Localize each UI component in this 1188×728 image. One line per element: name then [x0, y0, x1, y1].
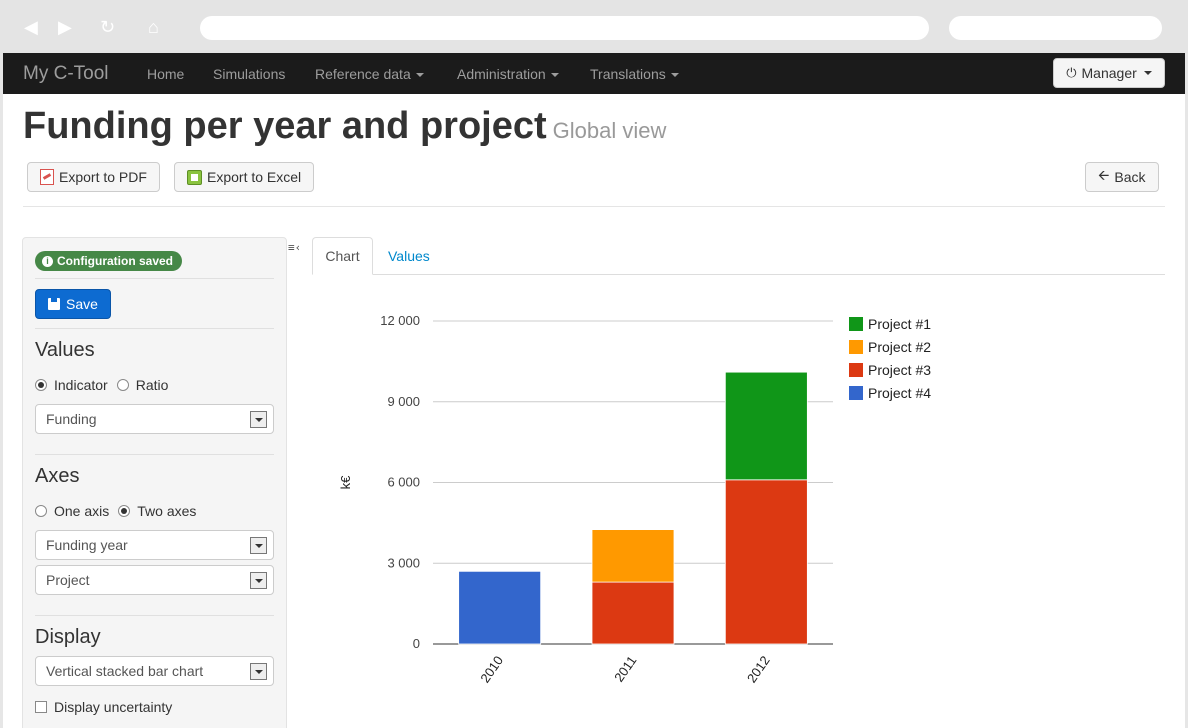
caret-down-icon: [550, 73, 559, 78]
values-section-title: Values: [35, 339, 95, 361]
navbar: My C-Tool Home Simulations Reference dat…: [3, 53, 1185, 94]
nav-item-reference-data[interactable]: Reference data: [315, 66, 424, 82]
stacked-bar-chart: 0 3 000 6 000 9 000 12 000 k€ 2010 2011 2012 Proj…: [338, 313, 931, 685]
nav-item-simulations[interactable]: Simulations: [213, 66, 285, 82]
bar-segment: [591, 581, 675, 645]
reload-icon[interactable]: ↻: [100, 17, 115, 37]
axes-section-title: Axes: [35, 465, 80, 487]
x-tick-label: 2012: [744, 653, 773, 685]
tab-chart[interactable]: Chart: [312, 237, 373, 275]
export-pdf-button[interactable]: Export to PDF: [27, 162, 160, 192]
url-bar[interactable]: [200, 16, 929, 40]
axes-radio-group: One axis Two axes: [35, 503, 196, 519]
power-icon: ⏻: [1066, 65, 1077, 80]
legend-swatch: [849, 340, 863, 354]
divider: [35, 278, 274, 279]
dropdown-arrow-icon: [250, 572, 267, 589]
browser-toolbar: ◀ ▶ ↻ ⌂: [0, 0, 1188, 53]
y-tick-label: 0: [413, 636, 420, 651]
display-uncertainty-row: Display uncertainty: [35, 699, 172, 715]
divider: [35, 454, 274, 455]
save-button[interactable]: Save: [35, 289, 111, 319]
bar-segment: [724, 371, 808, 481]
tabs-divider: [312, 274, 1165, 275]
divider: [35, 328, 274, 329]
bar-segment: [458, 570, 542, 645]
display-uncertainty-checkbox[interactable]: [35, 701, 47, 713]
page-subtitle: Global view: [552, 118, 667, 143]
legend-swatch: [849, 363, 863, 377]
y-tick-label: 9 000: [387, 394, 420, 409]
x-tick-label: 2010: [477, 653, 506, 685]
dropdown-arrow-icon: [250, 411, 267, 428]
export-excel-button[interactable]: Export to Excel: [174, 162, 315, 192]
caret-down-icon: [670, 73, 679, 78]
radio-ratio[interactable]: [116, 379, 129, 391]
config-sidebar: i Configuration saved Save Values Indica…: [22, 237, 287, 728]
radio-indicator[interactable]: [35, 379, 47, 391]
tab-values[interactable]: Values: [388, 248, 430, 264]
nav-item-administration[interactable]: Administration: [457, 66, 559, 82]
y-tick-label: 6 000: [387, 475, 420, 490]
display-type-select[interactable]: Vertical stacked bar chart: [35, 656, 274, 686]
radio-one-axis[interactable]: [35, 505, 47, 517]
caret-down-icon: [1143, 71, 1152, 75]
brand[interactable]: My C-Tool: [23, 63, 109, 85]
back-button[interactable]: 🡨 Back: [1085, 162, 1159, 192]
nav-item-home[interactable]: Home: [147, 66, 184, 82]
excel-icon: [187, 169, 202, 185]
collapse-sidebar-icon[interactable]: ≡‹: [288, 241, 301, 254]
legend-label: Project #2: [868, 339, 931, 355]
legend-label: Project #1: [868, 316, 931, 332]
y-axis-label: k€: [338, 475, 353, 490]
first-axis-select[interactable]: Funding year: [35, 530, 274, 560]
radio-two-axes[interactable]: [118, 505, 131, 517]
pdf-icon: [40, 169, 54, 185]
caret-down-icon: [415, 73, 424, 78]
divider: [35, 615, 274, 616]
x-tick-label: 2011: [611, 653, 639, 685]
bar-segment: [724, 479, 808, 645]
arrow-left-icon: 🡨: [1098, 167, 1110, 183]
y-tick-label: 12 000: [380, 313, 420, 328]
home-icon[interactable]: ⌂: [148, 17, 159, 37]
legend-label: Project #4: [868, 385, 931, 401]
divider: [23, 206, 1165, 207]
legend-swatch: [849, 317, 863, 331]
legend-label: Project #3: [868, 362, 931, 378]
info-icon: i: [42, 255, 53, 267]
status-badge: i Configuration saved: [35, 251, 183, 271]
floppy-disk-icon: [48, 298, 61, 310]
forward-arrow-icon[interactable]: ▶: [58, 17, 72, 37]
nav-item-translations[interactable]: Translations: [590, 66, 679, 82]
page-title: Funding per year and project Global view: [23, 105, 667, 147]
indicator-select[interactable]: Funding: [35, 404, 274, 434]
page: My C-Tool Home Simulations Reference dat…: [3, 53, 1185, 728]
display-section-title: Display: [35, 626, 101, 648]
dropdown-arrow-icon: [250, 537, 267, 554]
values-radio-group: Indicator Ratio: [35, 377, 168, 393]
bar-segment: [591, 529, 675, 583]
second-axis-select[interactable]: Project: [35, 565, 274, 595]
dropdown-arrow-icon: [250, 663, 267, 680]
browser-search-bar[interactable]: [949, 16, 1162, 40]
user-menu-button[interactable]: ⏻ Manager: [1053, 58, 1165, 88]
back-arrow-icon[interactable]: ◀: [24, 17, 38, 37]
y-tick-label: 3 000: [387, 555, 420, 570]
legend-swatch: [849, 386, 863, 400]
